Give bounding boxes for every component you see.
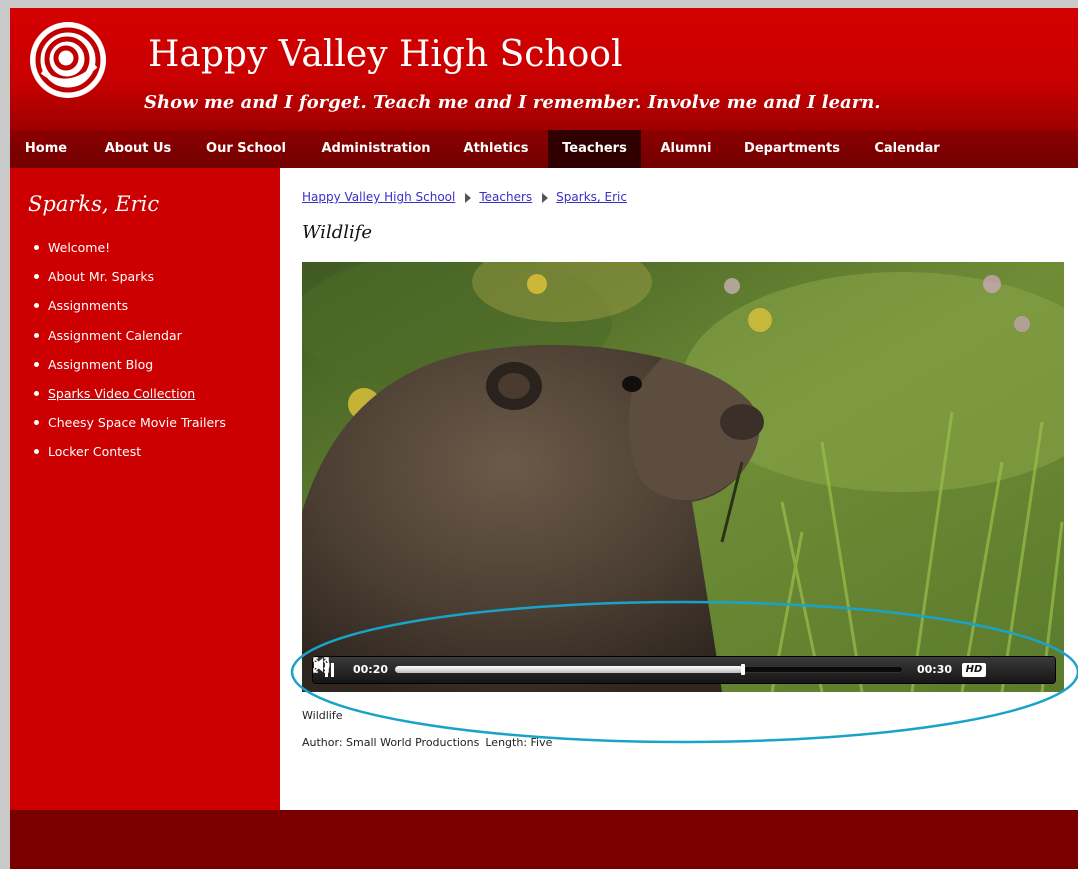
current-time: 00:20 [353, 663, 389, 676]
seek-bar[interactable] [395, 664, 903, 675]
video-controls-bar: 00:20 00:30 HD [313, 657, 1055, 683]
nav-calendar[interactable]: Calendar [864, 130, 950, 168]
page-title: Wildlife [302, 222, 373, 243]
sidebar-item-about-mr-sparks[interactable]: About Mr. Sparks [34, 269, 226, 298]
seek-handle[interactable] [740, 664, 745, 675]
hd-toggle-button[interactable]: HD [962, 663, 986, 677]
sidebar-title: Sparks, Eric [28, 192, 160, 216]
fullscreen-icon[interactable] [313, 657, 329, 673]
sidebar-item-label: Assignment Calendar [48, 327, 182, 343]
sidebar-item-sparks-video-collection[interactable]: Sparks Video Collection [34, 386, 226, 415]
video-frame[interactable] [302, 262, 1064, 692]
window-frame-left [0, 0, 10, 869]
nav-about-us[interactable]: About Us [94, 130, 182, 168]
nav-teachers[interactable]: Teachers [548, 130, 641, 168]
breadcrumb-arrow-icon [465, 192, 472, 203]
site-title: Happy Valley High School [148, 34, 623, 75]
duration: 00:30 [917, 663, 953, 676]
sidebar-item-label: About Mr. Sparks [48, 269, 155, 285]
bullet-icon [34, 274, 39, 280]
breadcrumb-home-link[interactable]: Happy Valley High School [302, 190, 455, 204]
sidebar-menu: Welcome! About Mr. Sparks Assignments As… [34, 240, 226, 474]
site-tagline: Show me and I forget. Teach me and I rem… [144, 92, 881, 113]
breadcrumb: Happy Valley High School Teachers Sparks, … [302, 190, 627, 204]
video-caption-meta: Author: Small World Productions Length: F… [302, 736, 552, 749]
breadcrumb-teacher-link[interactable]: Sparks, Eric [556, 190, 627, 204]
sidebar-item-assignment-blog[interactable]: Assignment Blog [34, 357, 226, 386]
video-caption-title: Wildlife [302, 709, 343, 722]
nav-our-school[interactable]: Our School [196, 130, 296, 168]
bullet-icon [34, 390, 39, 396]
bullet-icon [34, 361, 39, 367]
window-frame-top [0, 0, 1078, 8]
seek-bar-played [395, 666, 743, 673]
nav-alumni[interactable]: Alumni [651, 130, 721, 168]
sidebar-item-welcome[interactable]: Welcome! [34, 240, 226, 269]
site-header: Happy Valley High School Show me and I f… [10, 8, 1078, 130]
nav-athletics[interactable]: Athletics [454, 130, 538, 168]
sidebar-item-label: Assignments [48, 298, 129, 314]
breadcrumb-teachers-link[interactable]: Teachers [479, 190, 532, 204]
teacher-sidebar: Sparks, Eric Welcome! About Mr. Sparks A… [10, 168, 280, 810]
bullet-icon [34, 303, 39, 309]
sidebar-item-label: Welcome! [48, 240, 111, 255]
sidebar-item-cheesy-space-movie-trailers[interactable]: Cheesy Space Movie Trailers [34, 415, 226, 444]
school-logo-icon[interactable] [28, 20, 108, 100]
bullet-icon [34, 449, 39, 455]
sidebar-item-label: Cheesy Space Movie Trailers [48, 415, 226, 431]
nav-departments[interactable]: Departments [736, 130, 848, 168]
bullet-icon [34, 245, 39, 250]
breadcrumb-arrow-icon [542, 192, 549, 203]
nav-administration[interactable]: Administration [310, 130, 442, 168]
video-player[interactable]: 00:20 00:30 HD [302, 262, 1064, 692]
sidebar-item-label: Locker Contest [48, 444, 142, 460]
site-footer [10, 810, 1078, 869]
bullet-icon [34, 332, 39, 338]
nav-home[interactable]: Home [10, 130, 82, 168]
bullet-icon [34, 420, 39, 426]
sidebar-item-assignments[interactable]: Assignments [34, 298, 226, 327]
sidebar-item-assignment-calendar[interactable]: Assignment Calendar [34, 328, 226, 357]
main-nav: Home About Us Our School Administration … [10, 130, 1078, 168]
video-author: Author: Small World Productions [302, 736, 480, 749]
sidebar-item-label: Sparks Video Collection [48, 385, 196, 401]
video-length: Length: Five [485, 736, 553, 749]
sidebar-item-locker-contest[interactable]: Locker Contest [34, 444, 226, 473]
sidebar-item-label: Assignment Blog [48, 356, 154, 372]
